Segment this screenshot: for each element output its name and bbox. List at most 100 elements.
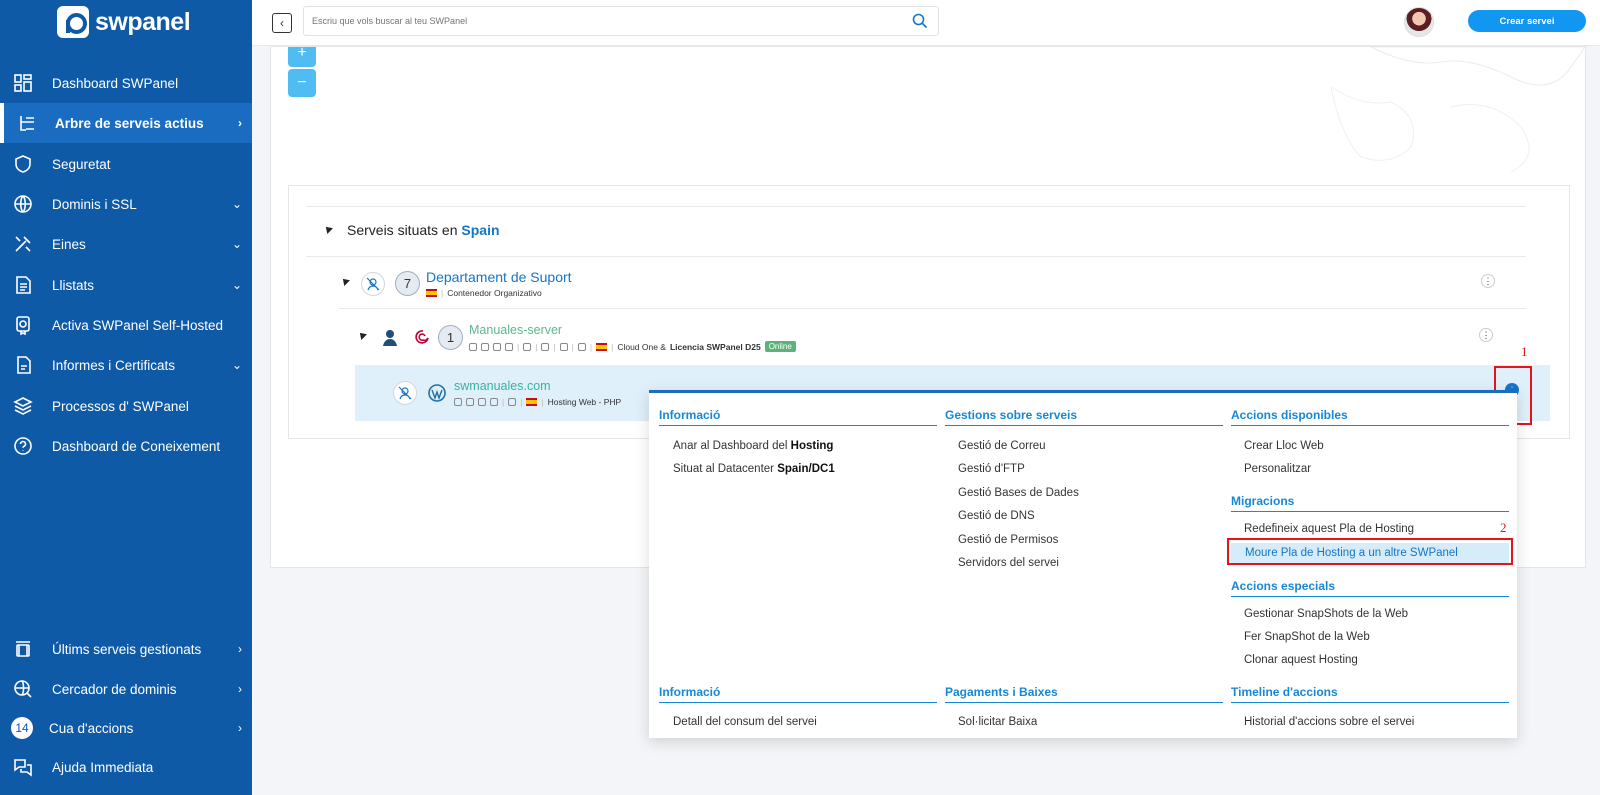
hosting-name[interactable]: swmanuales.com (454, 379, 551, 393)
globe-search-icon (12, 678, 34, 700)
sidebar-item-dashboard[interactable]: Dashboard SWPanel (0, 63, 252, 103)
expand-server-icon[interactable] (357, 330, 367, 340)
tools-icon (12, 233, 34, 255)
zoom-in-button[interactable]: + (288, 47, 316, 67)
chevron-right-icon: › (238, 721, 242, 735)
list-icon (12, 274, 34, 296)
sidebar-item-recent-services[interactable]: Últims serveis gestionats › (0, 629, 252, 669)
menu-item-ftp[interactable]: Gestió d'FTP (958, 463, 1025, 475)
spain-flag-icon (596, 342, 608, 351)
chevron-down-icon: ⌄ (231, 278, 242, 292)
user-avatar[interactable] (1404, 7, 1434, 37)
user-disabled-icon (361, 272, 385, 296)
menu-header-service-management: Gestions sobre serveis (945, 408, 1223, 426)
sidebar-item-knowledge[interactable]: Dashboard de Coneixement (0, 426, 252, 466)
department-count: 7 (395, 271, 420, 296)
menu-item-request-cancel[interactable]: Sol·licitar Baixa (958, 716, 1037, 728)
sidebar-item-action-queue[interactable]: 14 Cua d'accions › (0, 708, 252, 748)
menu-header-info-2: Informació (659, 685, 937, 703)
menu-header-migrations: Migracions (1231, 494, 1509, 512)
chevron-right-icon: › (238, 682, 242, 696)
menu-item-action-history[interactable]: Historial d'accions sobre el servei (1244, 716, 1414, 728)
zoom-out-button[interactable]: − (288, 69, 316, 97)
services-title: Serveis situats en Spain (347, 222, 500, 238)
department-options-button[interactable]: ⋮ (1481, 274, 1495, 288)
server-count: 1 (438, 325, 463, 350)
wordpress-icon (425, 381, 449, 405)
sidebar-item-help[interactable]: Ajuda Immediata (0, 747, 252, 787)
sidebar-item-security[interactable]: Seguretat (0, 144, 252, 184)
search-input[interactable] (304, 7, 894, 35)
report-icon (12, 354, 34, 376)
chat-icon (12, 756, 34, 778)
help-icon (12, 435, 34, 457)
annotation-box-2 (1227, 538, 1513, 565)
server-meta: | | | | | | Cloud One & Licencia SWPanel D2… (469, 341, 796, 352)
world-map[interactable]: + − (271, 47, 1585, 177)
menu-item-make-snapshot[interactable]: Fer SnapShot de la Web (1244, 631, 1370, 643)
menu-item-service-servers[interactable]: Servidors del servei (958, 557, 1059, 569)
sidebar-item-domains[interactable]: Dominis i SSL ⌄ (0, 184, 252, 224)
collapse-triangle-icon[interactable] (323, 224, 333, 234)
history-icon (12, 638, 34, 660)
menu-item-databases[interactable]: Gestió Bases de Dades (958, 487, 1079, 499)
menu-item-manage-snapshots[interactable]: Gestionar SnapShots de la Web (1244, 608, 1408, 620)
tree-icon (16, 112, 38, 134)
sidebar-item-processes[interactable]: Processos d' SWPanel (0, 386, 252, 426)
www-icon (12, 193, 34, 215)
collapse-sidebar-button[interactable]: ‹ (272, 13, 292, 33)
sidebar-item-self-hosted[interactable]: Activa SWPanel Self-Hosted (0, 305, 252, 345)
chevron-down-icon: ⌄ (231, 197, 242, 211)
menu-item-dns[interactable]: Gestió de DNS (958, 510, 1035, 522)
sidebar-item-tools[interactable]: Eines ⌄ (0, 224, 252, 264)
menu-header-special-actions: Accions especials (1231, 579, 1509, 597)
search-icon[interactable] (912, 13, 928, 29)
menu-item-go-dashboard[interactable]: Anar al Dashboard del Hosting (673, 440, 833, 452)
menu-item-permissions[interactable]: Gestió de Permisos (958, 534, 1058, 546)
search-box (303, 6, 939, 36)
sidebar-item-reports[interactable]: Informes i Certificats ⌄ (0, 345, 252, 385)
hosting-meta: | | | Hosting Web - PHP (454, 397, 621, 407)
logo-icon (57, 6, 89, 38)
department-meta: | Contenedor Organizativo (426, 288, 542, 298)
chevron-right-icon: › (238, 642, 242, 656)
menu-header-available-actions: Accions disponibles (1231, 408, 1509, 426)
shield-icon (12, 153, 34, 175)
chevron-down-icon: ⌄ (231, 237, 242, 251)
map-background (1330, 47, 1585, 173)
topbar: ‹ Crear servei (252, 0, 1600, 46)
menu-item-mail[interactable]: Gestió de Correu (958, 440, 1046, 452)
menu-item-customize[interactable]: Personalitzar (1244, 463, 1311, 475)
layers-icon (12, 395, 34, 417)
chevron-down-icon: ⌄ (231, 358, 242, 372)
server-options-button[interactable]: ⋮ (1479, 328, 1493, 342)
swpanel-logo[interactable]: swpanel (57, 6, 191, 38)
menu-header-timeline: Timeline d'accions (1231, 685, 1509, 703)
annotation-number-1: 1 (1521, 344, 1528, 359)
create-service-button[interactable]: Crear servei (1468, 10, 1586, 32)
menu-item-create-website[interactable]: Crear Lloc Web (1244, 440, 1324, 452)
expand-department-icon[interactable] (340, 276, 350, 286)
user-disabled-icon (393, 381, 417, 405)
sidebar-item-service-tree[interactable]: Arbre de serveis actius › (0, 103, 252, 143)
menu-header-info: Informació (659, 408, 937, 426)
spain-flag-icon (426, 289, 437, 297)
annotation-number-2: 2 (1500, 520, 1507, 535)
dashboard-icon (12, 72, 34, 94)
chevron-right-icon: › (238, 116, 242, 130)
menu-item-redefine-plan[interactable]: Redefineix aquest Pla de Hosting (1244, 523, 1414, 535)
sidebar-item-domain-search[interactable]: Cercador de dominis › (0, 669, 252, 709)
department-name[interactable]: Departament de Suport (426, 269, 572, 285)
menu-item-consumption[interactable]: Detall del consum del servei (673, 716, 817, 728)
spain-flag-icon (526, 398, 538, 406)
logo-text: swpanel (95, 7, 191, 36)
status-badge: Online (764, 341, 796, 352)
sidebar: swpanel Dashboard SWPanel Arbre de serve… (0, 0, 252, 795)
menu-item-clone-hosting[interactable]: Clonar aquest Hosting (1244, 654, 1358, 666)
menu-header-payments: Pagaments i Baixes (945, 685, 1223, 703)
queue-count-badge: 14 (11, 717, 33, 739)
sidebar-item-lists[interactable]: Llistats ⌄ (0, 265, 252, 305)
server-name[interactable]: Manuales-server (469, 323, 562, 337)
menu-item-datacenter[interactable]: Situat al Datacenter Spain/DC1 (673, 463, 835, 475)
debian-icon (410, 325, 434, 349)
